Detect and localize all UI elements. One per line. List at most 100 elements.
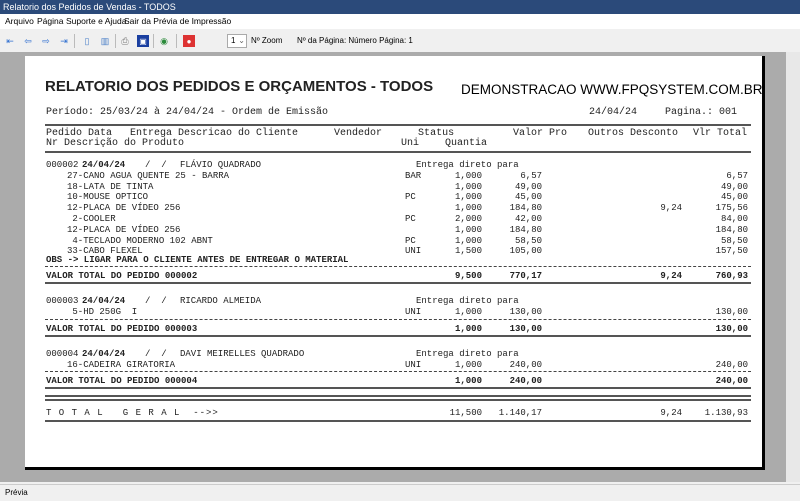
item-quantity: 1,500 <box>454 246 482 257</box>
export-icon[interactable]: ◉ <box>158 35 170 47</box>
menu-suporte[interactable]: Suporte e Ajuda <box>66 14 127 29</box>
item-description: 27-CANO AGUA QUENTE 25 - BARRA <box>67 170 230 181</box>
item-description: 12-PLACA DE VÍDEO 256 <box>67 224 181 235</box>
divider <box>45 282 751 285</box>
single-page-icon[interactable]: ▯ <box>81 35 93 47</box>
order-total-quantity: 1,000 <box>454 323 482 334</box>
item-price: 45,00 <box>514 192 542 203</box>
item-unit: BAR <box>405 170 422 181</box>
menu-sair-previa[interactable]: Sair da Prévia de Impressão <box>124 14 231 29</box>
item-total: 130,00 <box>715 307 748 317</box>
setup-icon[interactable]: ▣ <box>137 35 149 47</box>
item-description: 18-LATA DE TINTA <box>67 181 154 192</box>
item-description: 10-MOUSE OPTICO <box>67 192 149 203</box>
header-uni: Uni <box>401 138 420 149</box>
item-unit: PC <box>405 214 416 224</box>
report-date: 24/04/24 <box>589 107 638 118</box>
order-date: 24/04/24 <box>82 296 126 307</box>
divider <box>45 387 751 390</box>
order-entrega: / / <box>145 160 167 170</box>
order-total-quantity: 9,500 <box>454 271 482 282</box>
grand-total-price: 1.140,17 <box>498 408 542 419</box>
item-price: 130,00 <box>509 307 542 317</box>
grand-total-label: T O T A L G E R A L -->> <box>46 408 219 419</box>
item-quantity: 1,000 <box>454 224 482 235</box>
item-unit: PC <box>405 235 416 246</box>
prev-page-icon[interactable]: ⇦ <box>22 35 34 47</box>
item-price: 42,00 <box>514 214 542 224</box>
page-select[interactable]: 1 ⌄ <box>227 34 247 48</box>
item-quantity: 1,000 <box>454 307 482 317</box>
toolbar: ⇤ ⇦ ⇨ ⇥ ▯ ▥ ⎙ ▣ ◉ ● 1 ⌄ Nº Zoom Nº da Pág… <box>0 30 800 52</box>
vertical-scrollbar[interactable] <box>786 52 800 482</box>
order-total-price: 130,00 <box>509 323 542 334</box>
last-page-icon[interactable]: ⇥ <box>58 35 70 47</box>
item-price: 184,80 <box>509 224 542 235</box>
order-total-discount: 9,24 <box>660 271 682 282</box>
item-description: 16-CADEIRA GIRATORIA <box>67 359 176 370</box>
item-quantity: 1,000 <box>454 235 482 246</box>
item-total: 157,50 <box>715 246 748 257</box>
item-total: 58,50 <box>720 235 748 246</box>
divider <box>45 334 751 337</box>
order-obs: OBS -> LIGAR PARA O CLIENTE ANTES DE ENT… <box>46 255 349 266</box>
report-page-number: Pagina.: 001 <box>665 107 738 118</box>
header-valor: Valor Pro <box>513 128 568 139</box>
divider <box>45 266 751 268</box>
close-preview-icon[interactable]: ● <box>183 35 195 47</box>
header-line-2: Nr Descrição do Produto <box>46 138 185 149</box>
order-status: Entrega direto para <box>416 160 519 170</box>
order-total-label: VALOR TOTAL DO PEDIDO 000003 <box>46 323 198 334</box>
order-number: 000004 <box>46 348 79 359</box>
order-client: DAVI MEIRELLES QUADRADO <box>180 348 305 359</box>
item-total: 184,80 <box>715 224 748 235</box>
first-page-icon[interactable]: ⇤ <box>4 35 16 47</box>
item-price: 240,00 <box>509 359 542 370</box>
item-description: 2-COOLER <box>67 214 116 224</box>
header-vlr-total: Vlr Total <box>693 128 748 139</box>
item-total: 240,00 <box>715 359 748 370</box>
item-price: 49,00 <box>514 181 542 192</box>
item-quantity: 1,000 <box>454 192 482 203</box>
item-total: 84,00 <box>720 214 748 224</box>
order-status: Entrega direto para <box>416 296 519 307</box>
order-number: 000003 <box>46 296 79 307</box>
order-date: 24/04/24 <box>82 348 126 359</box>
report-title: RELATORIO DOS PEDIDOS E ORÇAMENTOS - TOD… <box>45 78 434 95</box>
item-quantity: 1,000 <box>454 203 482 214</box>
order-client: RICARDO ALMEIDA <box>180 296 262 307</box>
order-total-value: 130,00 <box>715 323 748 334</box>
order-total-price: 770,17 <box>509 271 542 282</box>
menu-pagina[interactable]: Página <box>37 14 63 29</box>
order-date: 24/04/24 <box>82 160 126 170</box>
window-title: Relatorio dos Pedidos de Vendas - TODOS <box>0 0 800 14</box>
report-site: DEMONSTRACAO WWW.FPQSYSTEM.COM.BR <box>461 82 763 97</box>
chevron-down-icon: ⌄ <box>238 36 245 45</box>
preview-area: RELATORIO DOS PEDIDOS E ORÇAMENTOS - TOD… <box>0 52 800 482</box>
item-quantity: 1,000 <box>454 181 482 192</box>
grand-total-value: 1.130,93 <box>704 408 748 419</box>
status-bar: Prévia <box>0 484 800 500</box>
next-page-icon[interactable]: ⇨ <box>40 35 52 47</box>
menu-arquivo[interactable]: Arquivo <box>5 14 34 29</box>
order-total-value: 760,93 <box>715 271 748 282</box>
two-pages-icon[interactable]: ▥ <box>99 35 111 47</box>
print-icon[interactable]: ⎙ <box>119 35 131 47</box>
order-total-value: 240,00 <box>715 376 748 387</box>
divider <box>45 399 751 402</box>
grand-total-discount: 9,24 <box>660 408 682 419</box>
item-unit: UNI <box>405 307 422 317</box>
menu-bar: Arquivo Página Suporte e Ajuda Sair da P… <box>0 14 800 29</box>
zoom-label: Nº Zoom <box>251 36 283 45</box>
order-total-label: VALOR TOTAL DO PEDIDO 000004 <box>46 376 198 387</box>
item-total: 49,00 <box>720 181 748 192</box>
divider <box>45 395 751 398</box>
report-page: RELATORIO DOS PEDIDOS E ORÇAMENTOS - TOD… <box>25 56 765 470</box>
item-total: 6,57 <box>726 170 748 181</box>
item-total: 45,00 <box>720 192 748 203</box>
divider <box>45 318 751 320</box>
header-quantia: Quantia <box>445 138 488 149</box>
order-total-price: 240,00 <box>509 376 542 387</box>
item-description: 4-TECLADO MODERNO 102 ABNT <box>67 235 213 246</box>
page-info: Nº da Página: Número Página: 1 <box>297 36 413 45</box>
